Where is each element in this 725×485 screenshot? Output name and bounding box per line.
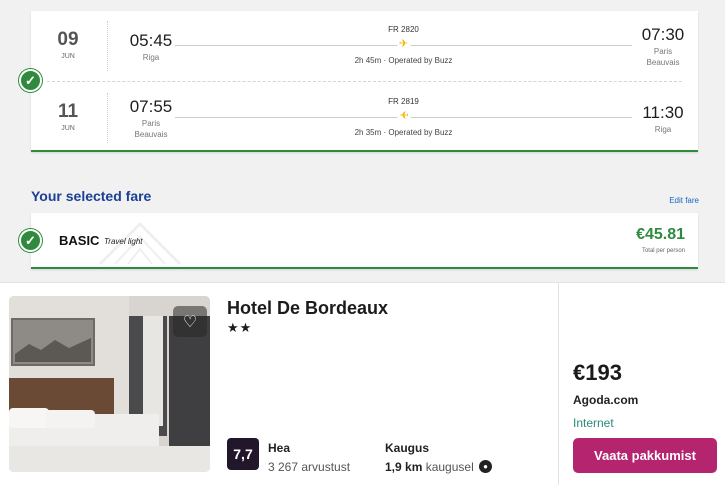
- return-flight-number: FR 2819: [388, 97, 419, 106]
- hotel-photo[interactable]: ♡: [9, 296, 210, 472]
- return-day: 11: [57, 101, 79, 122]
- return-leg: 11 JUN 07:55 Paris Beauvais FR 2819 ✈ 2h…: [31, 83, 698, 153]
- fare-card: BASIC Travel light €45.81 Total per pers…: [31, 213, 698, 269]
- outbound-date: 09 JUN: [47, 29, 89, 60]
- distance-label: Kaugus: [385, 441, 430, 455]
- fare-section-title: Your selected fare: [31, 188, 152, 204]
- hotel-stars: ★★: [227, 320, 253, 335]
- fare-price: €45.81: [636, 226, 685, 243]
- review-count: 3 267 arvustust: [268, 460, 351, 474]
- leg-divider: [47, 81, 682, 82]
- date-divider: [107, 21, 108, 71]
- check-icon: ✓: [19, 69, 42, 92]
- return-month: JUN: [61, 125, 75, 132]
- plane-icon: ✈: [396, 110, 411, 122]
- distance-suffix: kaugusel: [422, 460, 474, 474]
- outbound-arr-time: 07:30: [641, 25, 685, 44]
- return-duration: 2h 35m · Operated by Buzz: [354, 128, 453, 137]
- hotel-price: €193: [573, 360, 622, 385]
- outbound-arrival: 07:30 Paris Beauvais: [638, 25, 688, 68]
- outbound-route: FR 2820 ✈ 2h 45m · Operated by Buzz: [175, 25, 632, 69]
- provider-name: Agoda.com: [573, 393, 639, 407]
- return-date: 11 JUN: [47, 101, 89, 132]
- date-divider: [107, 93, 108, 143]
- rating-label: Hea: [268, 441, 291, 455]
- fare-price-note: Total per person: [641, 248, 685, 254]
- hotel-card[interactable]: ♡ Hotel De Bordeaux ★★ 7,7 Hea 3 267 arv…: [0, 282, 725, 485]
- fare-subtitle: Travel light: [104, 237, 143, 246]
- return-arr-city: Riga: [654, 125, 672, 134]
- return-arrival: 11:30 Riga: [638, 103, 688, 135]
- distance-value: 1,9 km: [385, 460, 423, 474]
- outbound-day: 09: [57, 29, 79, 50]
- outbound-month: JUN: [61, 53, 75, 60]
- outbound-leg: 09 JUN 05:45 Riga FR 2820 ✈ 2h 45m · Ope…: [31, 11, 698, 81]
- return-arr-time: 11:30: [642, 103, 684, 122]
- hotel-name[interactable]: Hotel De Bordeaux: [227, 298, 388, 319]
- hotel-price-column: €193 Agoda.com Internet Vaata pakkumist: [558, 283, 725, 485]
- outbound-duration: 2h 45m · Operated by Buzz: [354, 56, 453, 65]
- outbound-arr-airport: Beauvais: [646, 58, 680, 67]
- return-route: FR 2819 ✈ 2h 35m · Operated by Buzz: [175, 97, 632, 141]
- internet-label: Internet: [573, 416, 614, 430]
- outbound-arr-city: Paris: [653, 47, 673, 56]
- edit-fare-link[interactable]: Edit fare: [669, 196, 699, 205]
- fare-name: BASIC: [59, 233, 100, 248]
- flight-card: 09 JUN 05:45 Riga FR 2820 ✈ 2h 45m · Ope…: [31, 11, 698, 152]
- view-deal-button[interactable]: Vaata pakkumist: [573, 438, 717, 473]
- check-icon: ✓: [19, 229, 42, 252]
- rating-badge: 7,7: [227, 438, 259, 470]
- heart-icon[interactable]: ♡: [173, 306, 207, 337]
- info-icon[interactable]: ●: [479, 460, 492, 473]
- distance-text: 1,9 km kaugusel: [385, 460, 474, 474]
- plane-icon: ✈: [396, 38, 411, 50]
- outbound-flight-number: FR 2820: [388, 25, 419, 34]
